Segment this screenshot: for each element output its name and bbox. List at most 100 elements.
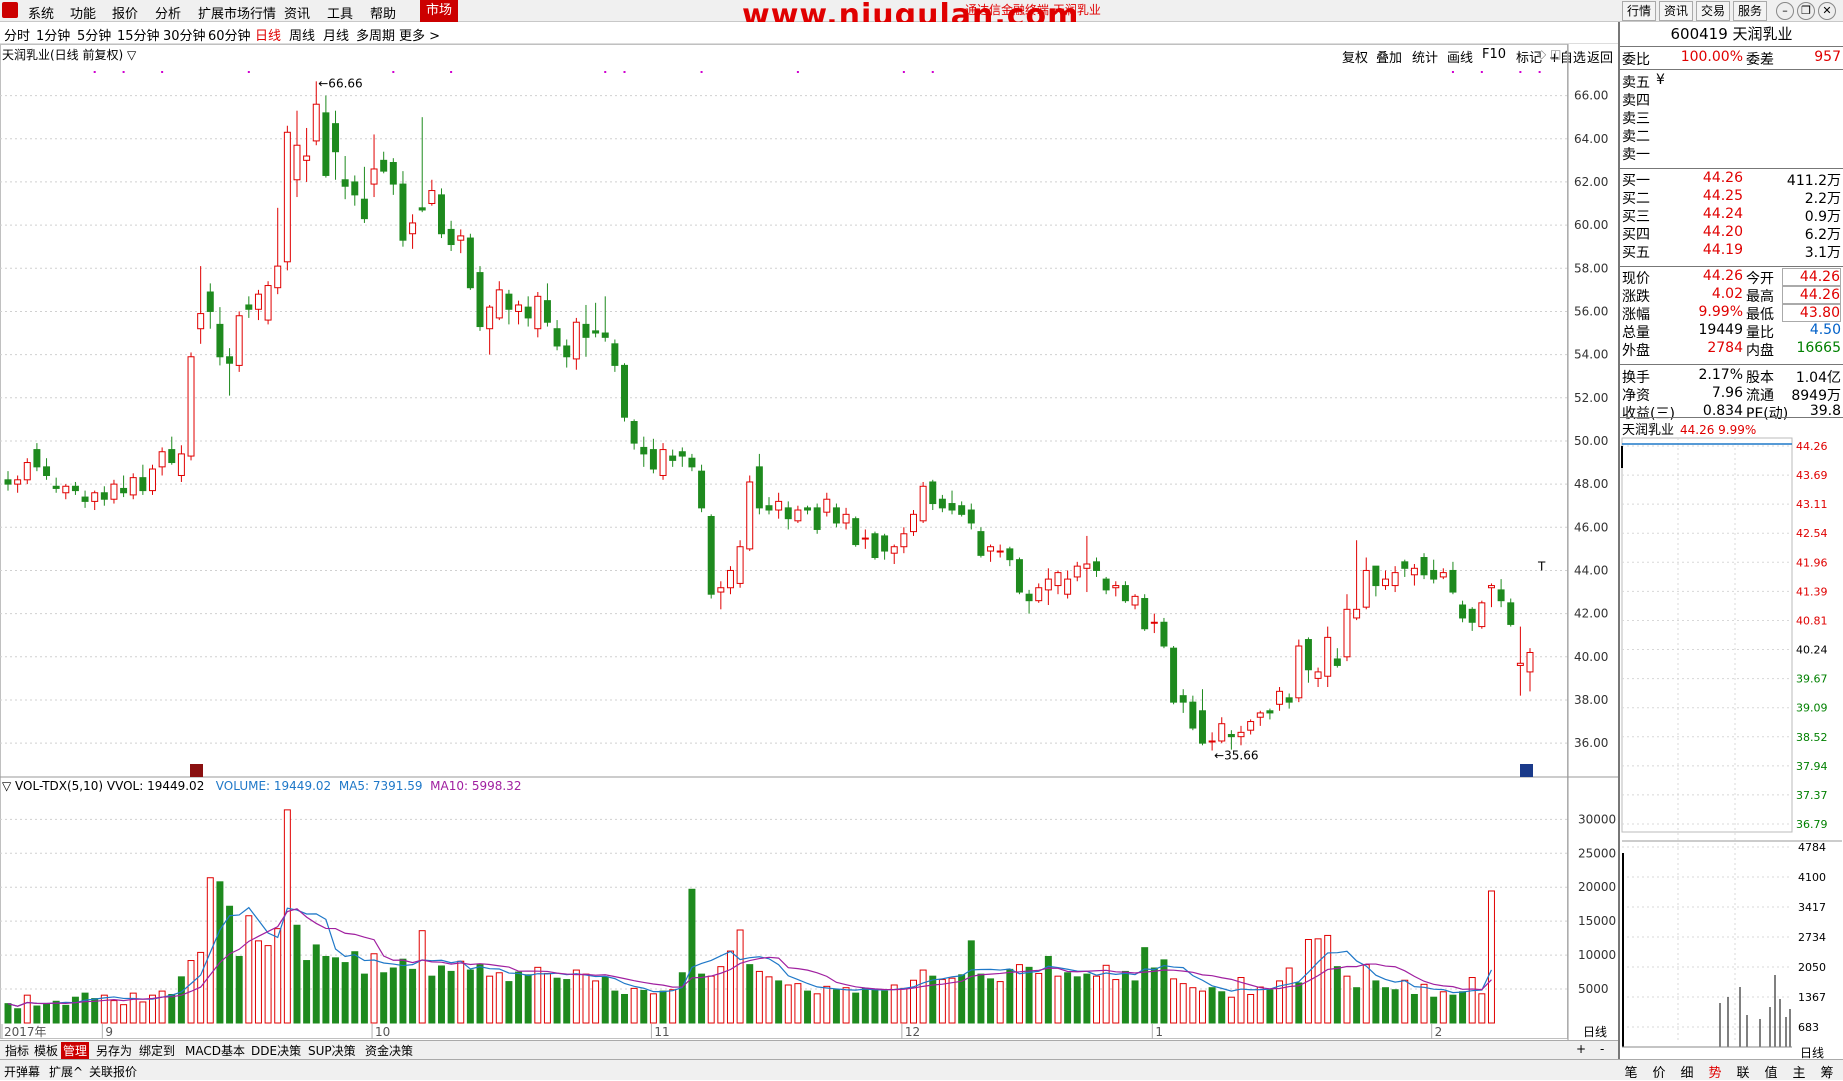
candle-body [1044, 578, 1052, 591]
volume-bar [707, 975, 715, 1024]
candle-body [399, 183, 407, 241]
volume-bar [1439, 991, 1447, 1024]
period-1min[interactable]: 1分钟 [36, 25, 70, 44]
tab-dde[interactable]: DDE决策 [249, 1042, 303, 1059]
candle-body [919, 485, 927, 522]
candle-body [1487, 585, 1495, 589]
event-dot [392, 71, 395, 73]
menu-system[interactable]: 系统 [28, 3, 54, 22]
volume-bar [4, 1003, 12, 1024]
rtab-bi[interactable]: 笔 [1618, 1062, 1644, 1081]
event-dot [1451, 71, 1454, 73]
price-tick-label: 40.00 [1574, 650, 1608, 664]
mini-price: 44.26 9.99% [1680, 423, 1756, 437]
candle-body [235, 315, 243, 366]
candle-body [553, 328, 561, 347]
kline-chart[interactable]: 66.00 64.00 62.00 60.00 58.00 56.00 54.00 52.00… [0, 44, 1618, 1040]
candle-body [1073, 565, 1081, 578]
candle-body [1468, 608, 1476, 623]
restore-icon[interactable]: ❐ [1797, 2, 1815, 20]
candle-body [794, 509, 802, 522]
t-marker: T [1537, 559, 1546, 573]
tab-template[interactable]: 模板 [32, 1042, 60, 1059]
volume-bar [1141, 947, 1149, 1024]
tab-sup[interactable]: SUP决策 [306, 1042, 358, 1059]
menu-function[interactable]: 功能 [70, 3, 96, 22]
menu-help[interactable]: 帮助 [370, 3, 396, 22]
candle-body [1141, 598, 1149, 630]
tab-save-as[interactable]: 另存为 [94, 1042, 134, 1059]
rtab-chips[interactable]: 筹 [1814, 1062, 1840, 1081]
period-15min[interactable]: 15分钟 [117, 25, 160, 44]
volume-bar [1121, 970, 1129, 1024]
top-btn-service[interactable]: 服务 [1733, 1, 1767, 21]
top-btn-news[interactable]: 资讯 [1659, 1, 1693, 21]
candle-body [996, 550, 1004, 553]
candle-body [81, 496, 89, 502]
tab-fund[interactable]: 资金决策 [363, 1042, 415, 1059]
period-30min[interactable]: 30分钟 [163, 25, 206, 44]
rtab-main[interactable]: 主 [1786, 1062, 1812, 1081]
volume-bar [871, 989, 879, 1024]
mini-price-label: 41.96 [1796, 556, 1828, 569]
rtab-link[interactable]: 联 [1730, 1062, 1756, 1081]
menu-tools[interactable]: 工具 [327, 3, 353, 22]
rtab-detail[interactable]: 细 [1674, 1062, 1700, 1081]
price-tick-label: 46.00 [1574, 520, 1608, 534]
event-dot [161, 71, 164, 73]
market-button[interactable]: 市场 [420, 0, 458, 22]
volume-tick-label: 15000 [1578, 914, 1616, 928]
candle-body [910, 513, 917, 533]
period-5min[interactable]: 5分钟 [77, 25, 111, 44]
price-tick-label: 36.00 [1574, 736, 1608, 750]
candle-body [91, 492, 99, 502]
volume-bar [775, 980, 783, 1024]
volume-bar [1131, 980, 1139, 1024]
volume-bar [1478, 993, 1486, 1024]
period-more[interactable]: 更多 > [399, 25, 440, 44]
top-btn-trade[interactable]: 交易 [1696, 1, 1730, 21]
period-daily[interactable]: 日线 [255, 25, 281, 44]
period-multi[interactable]: 多周期 [356, 25, 395, 44]
menu-ext-market[interactable]: 扩展市场行情 [198, 3, 276, 22]
candle-body [775, 500, 783, 511]
volume-bar [1410, 993, 1418, 1024]
tab-bind[interactable]: 绑定到 [137, 1042, 177, 1059]
tab-indicator[interactable]: 指标 [3, 1042, 31, 1059]
close-icon[interactable]: ✕ [1818, 2, 1836, 20]
minimize-icon[interactable]: – [1776, 2, 1794, 20]
volume-bar [726, 950, 734, 1024]
menu-news[interactable]: 资讯 [284, 3, 310, 22]
period-monthly[interactable]: 月线 [323, 25, 349, 44]
candle-body [688, 457, 696, 468]
period-60min[interactable]: 60分钟 [208, 25, 251, 44]
candle-body [1295, 645, 1303, 699]
candle-body [1247, 721, 1255, 731]
candle-body [1256, 712, 1264, 718]
menu-analysis[interactable]: 分析 [155, 3, 181, 22]
rtab-trend[interactable]: 势 [1702, 1062, 1728, 1081]
candle-body [1459, 604, 1467, 619]
linked-quote[interactable]: 关联报价 [89, 1063, 137, 1080]
candle-body [717, 587, 725, 593]
top-btn-quote[interactable]: 行情 [1622, 1, 1656, 21]
period-intraday[interactable]: 分时 [4, 25, 30, 44]
candle-body [1372, 565, 1380, 587]
date-label: 10 [375, 1025, 390, 1039]
rtab-value[interactable]: 值 [1758, 1062, 1784, 1081]
danmu-toggle[interactable]: 开弹幕 [4, 1063, 40, 1080]
expand-button[interactable]: 扩展^ [49, 1063, 83, 1080]
volume-bar [120, 1004, 128, 1024]
tab-macd[interactable]: MACD基本 [183, 1042, 247, 1059]
intraday-mini-chart[interactable]: 天润乳业 44.26 9.99% 44.26 43.69 43.11 42.54 41.96… [1620, 22, 1843, 1059]
rtab-price[interactable]: 价 [1646, 1062, 1672, 1081]
zoom-in-button[interactable]: + [1574, 1042, 1588, 1056]
volume-bar [62, 1004, 70, 1024]
period-weekly[interactable]: 周线 [289, 25, 315, 44]
volume-bar [832, 989, 840, 1024]
menu-quote[interactable]: 报价 [112, 3, 138, 22]
zoom-out-button[interactable]: - [1598, 1042, 1606, 1056]
volume-bar [524, 974, 532, 1024]
tab-manage[interactable]: 管理 [61, 1042, 90, 1059]
volume-bar [881, 990, 889, 1024]
